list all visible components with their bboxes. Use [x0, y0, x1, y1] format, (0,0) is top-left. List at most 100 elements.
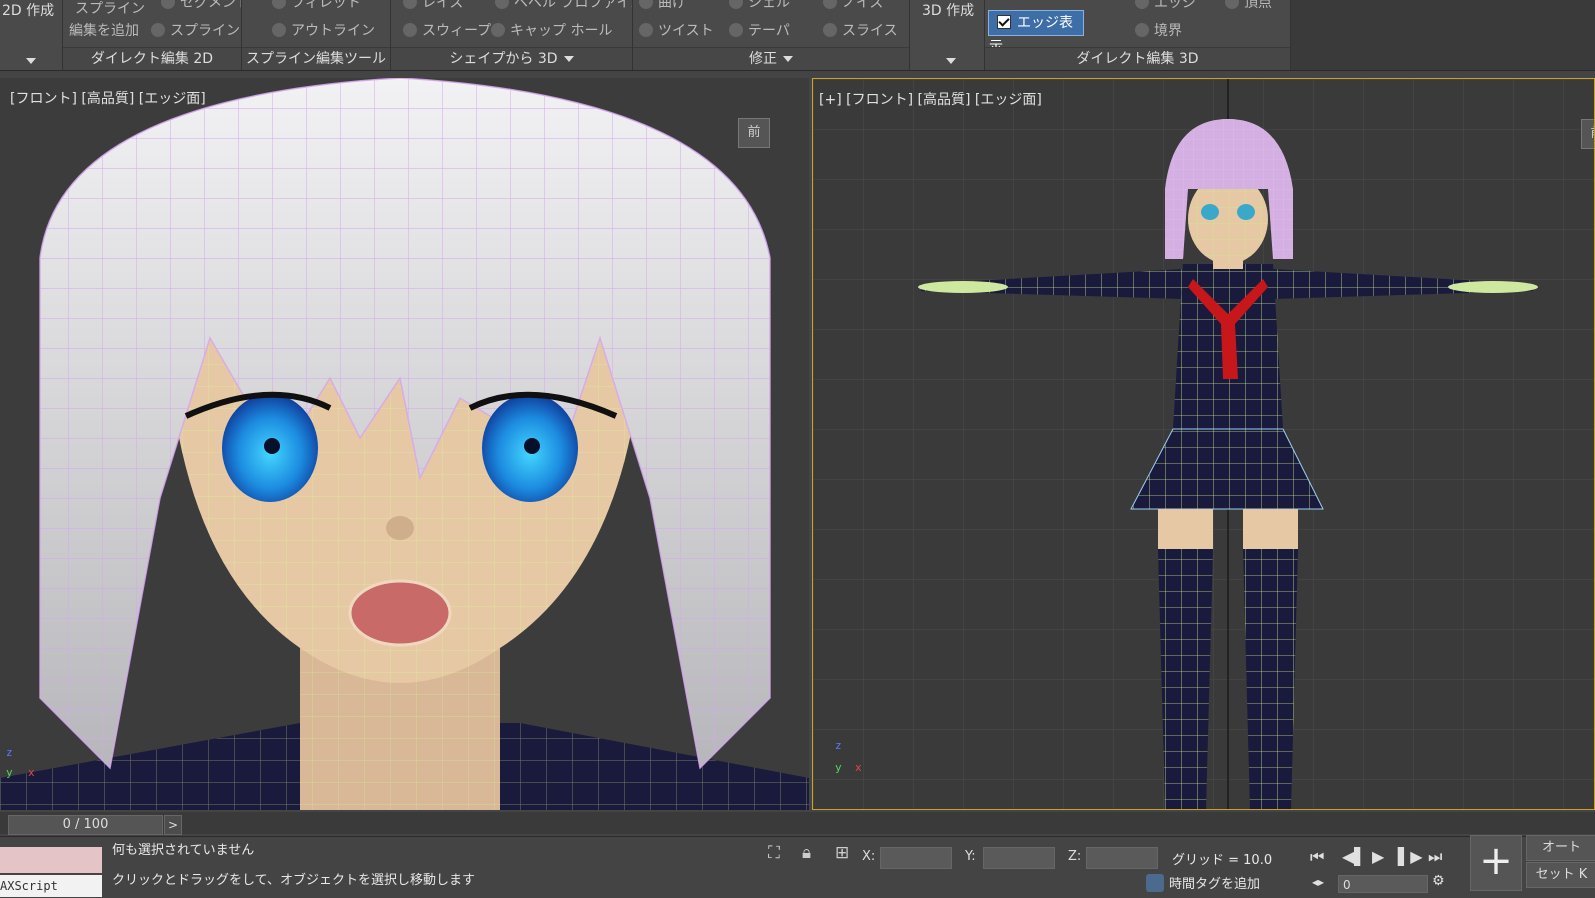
- noise-icon: [823, 0, 837, 9]
- chevron-down-icon[interactable]: [26, 58, 36, 64]
- outline-tool[interactable]: アウトライン: [272, 20, 375, 40]
- absolute-mode-icon[interactable]: ⊞: [835, 843, 849, 863]
- face-closeup-render: [0, 78, 809, 810]
- x-label: X:: [862, 849, 876, 864]
- segment-label: セグメント: [180, 0, 241, 11]
- lathe-icon: [403, 0, 417, 9]
- front-viewport-fullbody[interactable]: [+] [フロント] [高品質] [エッジ面] 前 z y x: [812, 78, 1595, 810]
- maxscript-mini-listener[interactable]: AXScript: [0, 875, 102, 897]
- edge-icon: [1135, 0, 1149, 9]
- prompt-line: クリックとドラッグをして、オブジェクトを選択し移動します: [112, 873, 475, 888]
- go-to-start-icon[interactable]: ⏮: [1310, 847, 1324, 867]
- segment-tool[interactable]: セグメント: [161, 0, 241, 12]
- bend-tool[interactable]: 曲げ: [639, 0, 686, 12]
- axis-x-label: x: [855, 761, 862, 774]
- z-label: Z:: [1068, 849, 1082, 864]
- z-coordinate-input[interactable]: [1086, 847, 1158, 869]
- time-slider[interactable]: 0 / 100: [8, 815, 163, 835]
- bend-label: 曲げ: [658, 0, 686, 11]
- lock-icon[interactable]: 🔒︎: [802, 843, 811, 863]
- fillet-label: フィレット: [291, 0, 361, 11]
- ribbon: 2D 作成 スプライン 編集を追加 セグメント スプライン ダイレクト編集 2D…: [0, 0, 1595, 71]
- play-icon[interactable]: ▶: [1372, 847, 1384, 866]
- border-tool[interactable]: 境界: [1135, 20, 1182, 40]
- viewport-label[interactable]: [+] [フロント] [高品質] [エッジ面]: [819, 89, 1042, 109]
- outline-icon: [272, 23, 286, 37]
- time-slider-bar: 0 / 100 >: [0, 812, 1595, 835]
- border-icon: [1135, 23, 1149, 37]
- sweep-label: スウィープ: [422, 23, 492, 39]
- grid-size: グリッド = 10.0: [1172, 853, 1273, 868]
- edge-tool[interactable]: エッジ: [1135, 0, 1196, 12]
- key-mode-toggle-icon[interactable]: ◂▸: [1312, 875, 1324, 889]
- set-key-mode-button[interactable]: セット K: [1526, 862, 1595, 888]
- current-frame-spinner[interactable]: 0: [1338, 875, 1428, 893]
- create-3d-label[interactable]: 3D 作成: [922, 0, 974, 20]
- chevron-down-icon[interactable]: [946, 58, 956, 64]
- modify-dropdown[interactable]: 修正: [633, 47, 909, 70]
- add-edit-tool[interactable]: 編集を追加: [69, 20, 139, 40]
- cap-hole-icon: [491, 23, 505, 37]
- next-frame-button[interactable]: >: [164, 815, 182, 835]
- spline-label: スプライン: [170, 23, 240, 39]
- outline-label: アウトライン: [291, 23, 375, 39]
- taper-tool[interactable]: テーパ: [729, 20, 790, 40]
- create-2d-group[interactable]: 2D 作成: [0, 0, 63, 70]
- time-configuration-icon[interactable]: ⚙: [1432, 873, 1445, 889]
- add-time-tag-button[interactable]: 時間タグを追加: [1146, 873, 1260, 892]
- viewcube[interactable]: 前: [738, 118, 770, 148]
- spline-tool[interactable]: スプライン: [75, 0, 145, 18]
- vertex-tool[interactable]: 頂点: [1225, 0, 1272, 12]
- direct-edit-2d-label: ダイレクト編集 2D: [63, 47, 241, 70]
- spline-tool-2[interactable]: スプライン: [151, 20, 240, 40]
- spline-tools-dropdown[interactable]: スプライン編集ツール: [242, 47, 390, 70]
- chevron-down-icon: [783, 56, 793, 62]
- slice-tool[interactable]: スライス: [823, 20, 898, 40]
- slice-icon: [823, 23, 837, 37]
- shell-icon: [729, 0, 743, 9]
- fillet-icon: [272, 0, 286, 9]
- set-key-button[interactable]: +: [1470, 835, 1522, 891]
- selection-status: 何も選択されていません: [112, 843, 255, 858]
- spline-tools-label: スプライン編集ツール: [246, 51, 386, 67]
- y-coordinate-input[interactable]: [983, 847, 1055, 869]
- isolate-selection-icon[interactable]: ⛶: [768, 843, 780, 863]
- next-frame-icon[interactable]: ▌▶: [1398, 847, 1423, 866]
- shell-label: シェル: [748, 0, 790, 11]
- spline-icon: [151, 23, 165, 37]
- create-3d-group[interactable]: 3D 作成: [910, 0, 985, 70]
- go-to-end-icon[interactable]: ⏭: [1428, 847, 1442, 867]
- lathe-tool[interactable]: レイズ: [403, 0, 464, 12]
- twist-tool[interactable]: ツイスト: [639, 20, 714, 40]
- bevel-icon: [495, 0, 509, 9]
- axis-z-label: z: [835, 739, 842, 752]
- front-viewport-closeup[interactable]: [フロント] [高品質] [エッジ面] 前 z y x: [0, 78, 809, 810]
- time-tag-icon: [1146, 874, 1164, 892]
- shape-to-3d-dropdown[interactable]: シェイプから 3D: [391, 47, 632, 70]
- axis-z-label: z: [6, 746, 13, 759]
- sweep-icon: [403, 23, 417, 37]
- spline-tools-group: フィレット アウトライン スプライン編集ツール: [242, 0, 391, 70]
- maxscript-listener-output[interactable]: [0, 847, 102, 873]
- auto-key-button[interactable]: オート: [1526, 835, 1595, 861]
- cap-hole-label: キャップ ホール: [510, 23, 613, 39]
- edge-display-toggle[interactable]: エッジ表示: [988, 10, 1084, 55]
- sweep-tool[interactable]: スウィープ: [403, 20, 491, 40]
- fullbody-render: [813, 79, 1594, 809]
- modify-label: 修正: [749, 51, 777, 67]
- axis-x-label: x: [28, 766, 35, 779]
- noise-tool[interactable]: ノイズ: [823, 0, 884, 12]
- x-coordinate-input[interactable]: [880, 847, 952, 869]
- viewcube[interactable]: 前: [1581, 119, 1594, 149]
- shell-tool[interactable]: シェル: [729, 0, 790, 12]
- taper-label: テーパ: [748, 23, 790, 39]
- previous-frame-icon[interactable]: ◀▌: [1342, 847, 1367, 866]
- create-2d-label[interactable]: 2D 作成: [2, 0, 54, 20]
- bevel-profile-tool[interactable]: ベベル プロファイル: [495, 0, 633, 12]
- bevel-label: ベベル プロファイル: [514, 0, 633, 11]
- viewport-label[interactable]: [フロント] [高品質] [エッジ面]: [10, 88, 206, 108]
- vertex-label: 頂点: [1244, 0, 1272, 11]
- cap-hole-tool[interactable]: キャップ ホール: [491, 20, 612, 40]
- fillet-tool[interactable]: フィレット: [272, 0, 361, 12]
- y-label: Y:: [965, 849, 976, 864]
